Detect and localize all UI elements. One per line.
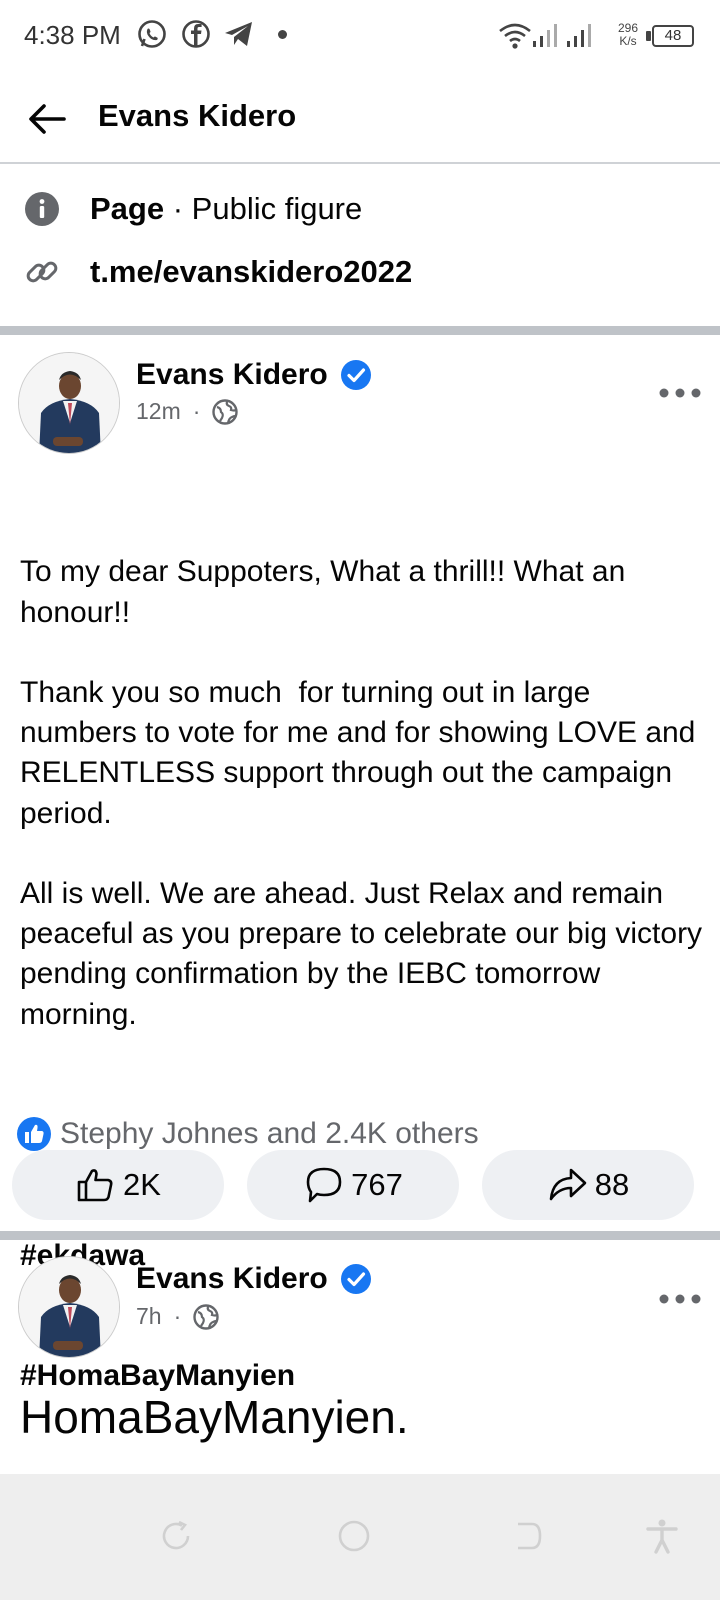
back-nav-icon[interactable]	[510, 1518, 546, 1554]
verified-badge-icon	[340, 1264, 371, 1294]
post-divider	[0, 1231, 720, 1240]
comment-icon	[306, 1167, 342, 1203]
globe-icon	[212, 398, 239, 425]
wifi-icon	[499, 23, 531, 49]
verified-badge-icon	[340, 360, 371, 390]
avatar[interactable]	[18, 1256, 120, 1358]
like-count: 2K	[123, 1167, 161, 1202]
signal-icon-2	[567, 24, 591, 47]
network-speed-unit: K/s	[619, 34, 637, 48]
telegram-icon	[225, 22, 252, 46]
system-nav-bar	[0, 1474, 720, 1600]
thumbs-up-icon	[77, 1169, 113, 1202]
battery-icon: 48	[652, 25, 694, 47]
post-author[interactable]: Evans Kidero	[136, 1262, 372, 1296]
back-arrow-icon[interactable]	[24, 96, 70, 142]
section-divider	[0, 326, 720, 335]
page-type-value: · Public figure	[164, 191, 363, 226]
page-category-row: Page · Public figure	[24, 187, 362, 231]
whatsapp-icon	[138, 20, 166, 48]
avatar[interactable]	[18, 352, 120, 454]
network-speed: 296 K/s	[618, 22, 638, 48]
page-title: Evans Kidero	[98, 98, 297, 133]
notification-dot	[278, 30, 287, 39]
recent-apps-icon[interactable]	[158, 1518, 194, 1554]
accessibility-icon[interactable]	[644, 1518, 680, 1554]
info-icon	[25, 192, 59, 226]
meta-separator: ·	[173, 1303, 182, 1329]
post-time: 7h	[136, 1303, 162, 1329]
comment-count: 767	[351, 1167, 403, 1202]
post-body-text: To my dear Suppoters, What a thrill!! Wh…	[20, 555, 703, 1031]
like-reaction-icon	[17, 1117, 51, 1151]
share-button[interactable]: 88	[482, 1150, 694, 1220]
home-icon[interactable]	[336, 1518, 372, 1554]
status-time: 4:38 PM	[24, 20, 121, 50]
avatar-image	[19, 1257, 119, 1357]
status-bar: 4:38 PM 296 K/s 48	[0, 0, 720, 72]
avatar-image	[19, 353, 119, 453]
like-button[interactable]: 2K	[12, 1150, 224, 1220]
post-body-text: HomaBayManyien.	[20, 1391, 409, 1443]
page-type-label: Page	[90, 191, 165, 226]
page-link[interactable]: t.me/evanskidero2022	[90, 254, 412, 290]
signal-icon-1	[533, 24, 557, 47]
battery-tip	[646, 31, 651, 41]
reactions-text[interactable]: Stephy Johnes and 2.4K others	[60, 1117, 479, 1151]
link-icon	[26, 261, 58, 283]
comment-button[interactable]: 767	[247, 1150, 459, 1220]
globe-icon	[193, 1303, 219, 1330]
post-author-name[interactable]: Evans Kidero	[136, 358, 328, 392]
post-meta: 12m ·	[136, 398, 239, 425]
post-author[interactable]: Evans Kidero	[136, 358, 372, 392]
more-options-icon[interactable]	[658, 386, 702, 400]
meta-separator: ·	[192, 398, 201, 424]
share-count: 88	[594, 1167, 630, 1202]
post-meta: 7h ·	[136, 1303, 219, 1330]
post-time: 12m	[136, 398, 181, 424]
share-icon	[549, 1168, 587, 1201]
facebook-icon	[182, 20, 210, 48]
app-header: Evans Kidero	[0, 72, 720, 164]
more-options-icon[interactable]	[658, 1292, 702, 1306]
reactions-summary[interactable]: Stephy Johnes and 2.4K others	[16, 1116, 479, 1152]
post-author-name[interactable]: Evans Kidero	[136, 1262, 328, 1296]
page-link-row[interactable]: t.me/evanskidero2022	[24, 250, 412, 294]
